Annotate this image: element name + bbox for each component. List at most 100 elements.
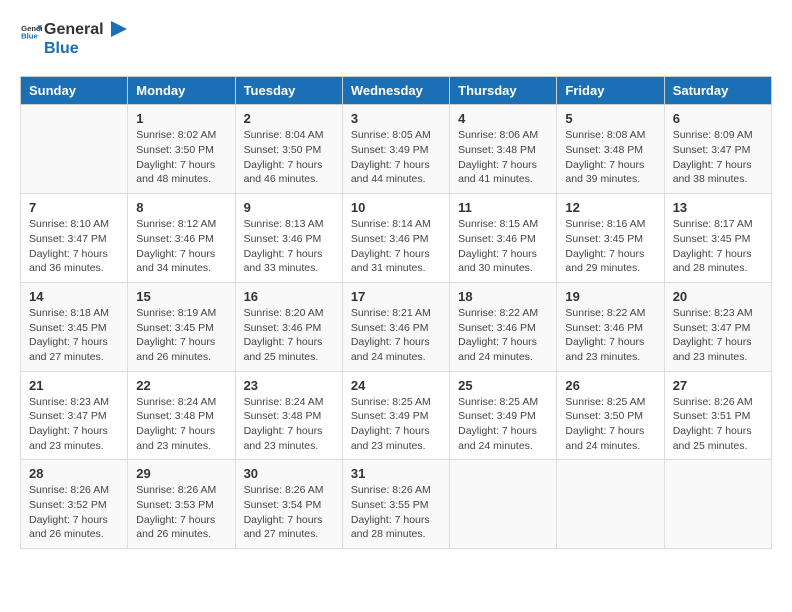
calendar-cell: 15 Sunrise: 8:19 AM Sunset: 3:45 PM Dayli… (128, 282, 235, 371)
calendar-cell: 10 Sunrise: 8:14 AM Sunset: 3:46 PM Dayli… (342, 194, 449, 283)
cell-content: Sunrise: 8:19 AM Sunset: 3:45 PM Dayligh… (136, 306, 226, 365)
day-header-sunday: Sunday (21, 77, 128, 105)
day-header-thursday: Thursday (450, 77, 557, 105)
calendar-cell: 14 Sunrise: 8:18 AM Sunset: 3:45 PM Dayli… (21, 282, 128, 371)
cell-content: Sunrise: 8:18 AM Sunset: 3:45 PM Dayligh… (29, 306, 119, 365)
day-number: 29 (136, 466, 226, 481)
calendar-cell: 11 Sunrise: 8:15 AM Sunset: 3:46 PM Dayli… (450, 194, 557, 283)
calendar-cell: 7Sunrise: 8:10 AM Sunset: 3:47 PM Daylig… (21, 194, 128, 283)
cell-content: Sunrise: 8:25 AM Sunset: 3:49 PM Dayligh… (351, 395, 441, 454)
calendar-cell: 9 Sunrise: 8:13 AM Sunset: 3:46 PM Daylig… (235, 194, 342, 283)
calendar-cell: 17 Sunrise: 8:21 AM Sunset: 3:46 PM Dayli… (342, 282, 449, 371)
cell-content: Sunrise: 8:14 AM Sunset: 3:46 PM Dayligh… (351, 217, 441, 276)
calendar-cell (21, 105, 128, 194)
day-number: 31 (351, 466, 441, 481)
week-row-5: 28 Sunrise: 8:26 AM Sunset: 3:52 PM Dayli… (21, 460, 772, 549)
day-number: 22 (136, 378, 226, 393)
svg-text:Blue: Blue (21, 32, 38, 41)
calendar-cell: 24 Sunrise: 8:25 AM Sunset: 3:49 PM Dayli… (342, 371, 449, 460)
week-row-4: 21Sunrise: 8:23 AM Sunset: 3:47 PM Dayli… (21, 371, 772, 460)
day-number: 23 (244, 378, 334, 393)
day-number: 10 (351, 200, 441, 215)
calendar-body: 1Sunrise: 8:02 AM Sunset: 3:50 PM Daylig… (21, 105, 772, 549)
cell-content: Sunrise: 8:09 AM Sunset: 3:47 PM Dayligh… (673, 128, 763, 187)
calendar-cell: 5Sunrise: 8:08 AM Sunset: 3:48 PM Daylig… (557, 105, 664, 194)
calendar-cell: 12 Sunrise: 8:16 AM Sunset: 3:45 PM Dayli… (557, 194, 664, 283)
calendar-cell: 26 Sunrise: 8:25 AM Sunset: 3:50 PM Dayli… (557, 371, 664, 460)
day-number: 8 (136, 200, 226, 215)
cell-content: Sunrise: 8:17 AM Sunset: 3:45 PM Dayligh… (673, 217, 763, 276)
calendar-cell (664, 460, 771, 549)
cell-content: Sunrise: 8:26 AM Sunset: 3:52 PM Dayligh… (29, 483, 119, 542)
logo-blue: Blue (44, 40, 79, 57)
calendar-cell: 18 Sunrise: 8:22 AM Sunset: 3:46 PM Dayli… (450, 282, 557, 371)
day-number: 6 (673, 111, 763, 126)
cell-content: Sunrise: 8:21 AM Sunset: 3:46 PM Dayligh… (351, 306, 441, 365)
calendar-cell: 27Sunrise: 8:26 AM Sunset: 3:51 PM Dayli… (664, 371, 771, 460)
cell-content: Sunrise: 8:05 AM Sunset: 3:49 PM Dayligh… (351, 128, 441, 187)
cell-content: Sunrise: 8:26 AM Sunset: 3:55 PM Dayligh… (351, 483, 441, 542)
calendar-cell: 21Sunrise: 8:23 AM Sunset: 3:47 PM Dayli… (21, 371, 128, 460)
week-row-3: 14 Sunrise: 8:18 AM Sunset: 3:45 PM Dayli… (21, 282, 772, 371)
calendar-header-row: SundayMondayTuesdayWednesdayThursdayFrid… (21, 77, 772, 105)
day-number: 17 (351, 289, 441, 304)
week-row-1: 1Sunrise: 8:02 AM Sunset: 3:50 PM Daylig… (21, 105, 772, 194)
day-number: 14 (29, 289, 119, 304)
calendar-cell: 23 Sunrise: 8:24 AM Sunset: 3:48 PM Dayli… (235, 371, 342, 460)
logo: General Blue General Blue (20, 20, 127, 58)
day-number: 2 (244, 111, 334, 126)
calendar-cell: 2Sunrise: 8:04 AM Sunset: 3:50 PM Daylig… (235, 105, 342, 194)
cell-content: Sunrise: 8:13 AM Sunset: 3:46 PM Dayligh… (244, 217, 334, 276)
day-number: 11 (458, 200, 548, 215)
day-number: 15 (136, 289, 226, 304)
cell-content: Sunrise: 8:22 AM Sunset: 3:46 PM Dayligh… (458, 306, 548, 365)
day-header-friday: Friday (557, 77, 664, 105)
day-number: 26 (565, 378, 655, 393)
cell-content: Sunrise: 8:20 AM Sunset: 3:46 PM Dayligh… (244, 306, 334, 365)
calendar-cell: 4 Sunrise: 8:06 AM Sunset: 3:48 PM Daylig… (450, 105, 557, 194)
day-number: 28 (29, 466, 119, 481)
calendar-cell: 30Sunrise: 8:26 AM Sunset: 3:54 PM Dayli… (235, 460, 342, 549)
cell-content: Sunrise: 8:02 AM Sunset: 3:50 PM Dayligh… (136, 128, 226, 187)
day-header-wednesday: Wednesday (342, 77, 449, 105)
cell-content: Sunrise: 8:08 AM Sunset: 3:48 PM Dayligh… (565, 128, 655, 187)
day-number: 3 (351, 111, 441, 126)
day-number: 19 (565, 289, 655, 304)
cell-content: Sunrise: 8:25 AM Sunset: 3:50 PM Dayligh… (565, 395, 655, 454)
cell-content: Sunrise: 8:10 AM Sunset: 3:47 PM Dayligh… (29, 217, 119, 276)
day-number: 9 (244, 200, 334, 215)
cell-content: Sunrise: 8:24 AM Sunset: 3:48 PM Dayligh… (244, 395, 334, 454)
calendar-cell: 6 Sunrise: 8:09 AM Sunset: 3:47 PM Daylig… (664, 105, 771, 194)
day-number: 4 (458, 111, 548, 126)
calendar-cell: 28 Sunrise: 8:26 AM Sunset: 3:52 PM Dayli… (21, 460, 128, 549)
logo-icon: General Blue (20, 21, 42, 43)
calendar-cell: 25Sunrise: 8:25 AM Sunset: 3:49 PM Dayli… (450, 371, 557, 460)
calendar-cell: 22 Sunrise: 8:24 AM Sunset: 3:48 PM Dayli… (128, 371, 235, 460)
day-number: 13 (673, 200, 763, 215)
day-number: 24 (351, 378, 441, 393)
calendar-cell: 3 Sunrise: 8:05 AM Sunset: 3:49 PM Daylig… (342, 105, 449, 194)
calendar-cell (450, 460, 557, 549)
cell-content: Sunrise: 8:26 AM Sunset: 3:53 PM Dayligh… (136, 483, 226, 542)
calendar-cell: 31 Sunrise: 8:26 AM Sunset: 3:55 PM Dayli… (342, 460, 449, 549)
cell-content: Sunrise: 8:16 AM Sunset: 3:45 PM Dayligh… (565, 217, 655, 276)
cell-content: Sunrise: 8:25 AM Sunset: 3:49 PM Dayligh… (458, 395, 548, 454)
cell-content: Sunrise: 8:24 AM Sunset: 3:48 PM Dayligh… (136, 395, 226, 454)
cell-content: Sunrise: 8:22 AM Sunset: 3:46 PM Dayligh… (565, 306, 655, 365)
cell-content: Sunrise: 8:06 AM Sunset: 3:48 PM Dayligh… (458, 128, 548, 187)
day-number: 18 (458, 289, 548, 304)
calendar-table: SundayMondayTuesdayWednesdayThursdayFrid… (20, 76, 772, 549)
logo-triangle (109, 21, 127, 39)
day-number: 21 (29, 378, 119, 393)
calendar-cell (557, 460, 664, 549)
day-number: 12 (565, 200, 655, 215)
calendar-cell: 20Sunrise: 8:23 AM Sunset: 3:47 PM Dayli… (664, 282, 771, 371)
day-number: 30 (244, 466, 334, 481)
calendar-cell: 8 Sunrise: 8:12 AM Sunset: 3:46 PM Daylig… (128, 194, 235, 283)
calendar-cell: 13 Sunrise: 8:17 AM Sunset: 3:45 PM Dayli… (664, 194, 771, 283)
cell-content: Sunrise: 8:15 AM Sunset: 3:46 PM Dayligh… (458, 217, 548, 276)
week-row-2: 7Sunrise: 8:10 AM Sunset: 3:47 PM Daylig… (21, 194, 772, 283)
day-header-monday: Monday (128, 77, 235, 105)
cell-content: Sunrise: 8:12 AM Sunset: 3:46 PM Dayligh… (136, 217, 226, 276)
logo-general: General (44, 21, 104, 38)
